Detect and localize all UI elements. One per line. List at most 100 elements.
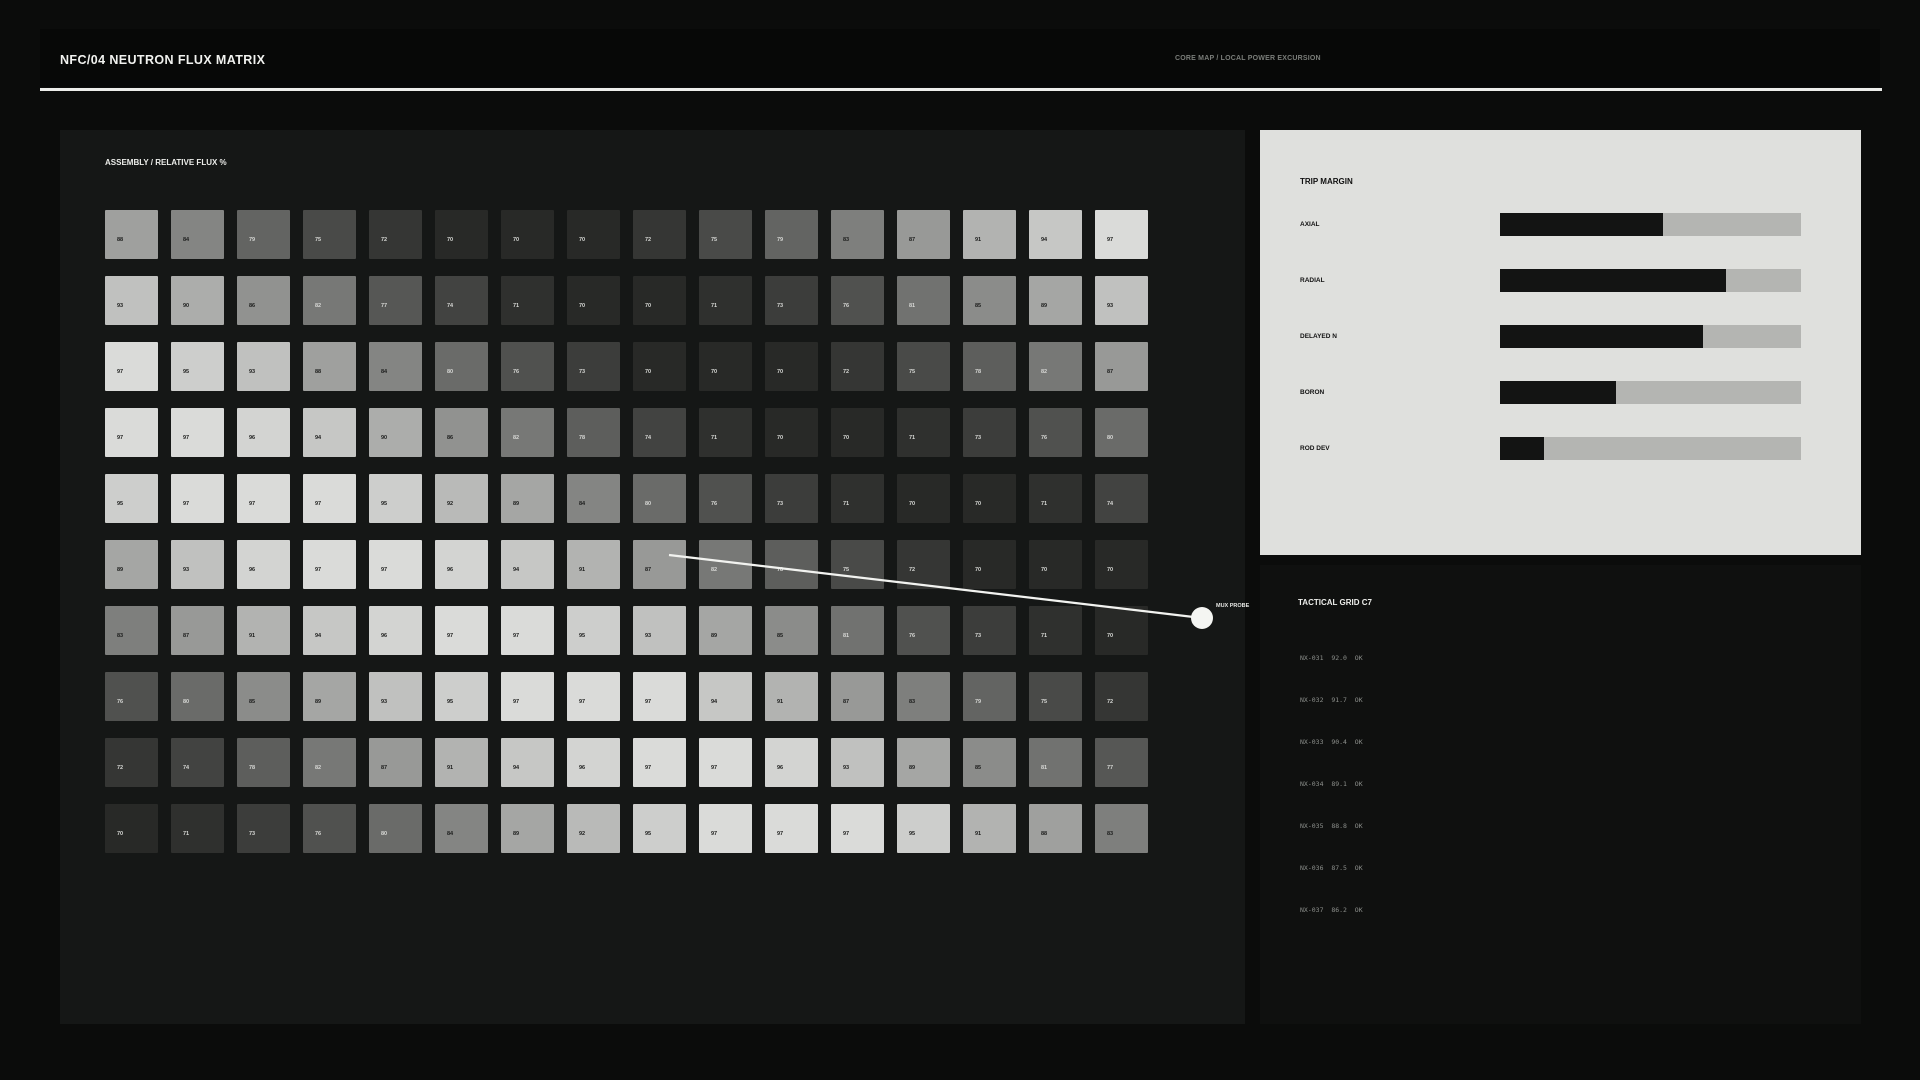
- flux-cell[interactable]: 79: [765, 210, 818, 259]
- flux-cell[interactable]: 83: [105, 606, 158, 655]
- flux-cell[interactable]: 72: [1095, 672, 1148, 721]
- flux-cell[interactable]: 93: [633, 606, 686, 655]
- flux-cell[interactable]: 79: [963, 672, 1016, 721]
- flux-cell[interactable]: 85: [765, 606, 818, 655]
- mux-probe-handle[interactable]: [1191, 607, 1213, 629]
- flux-cell[interactable]: 70: [765, 342, 818, 391]
- flux-cell[interactable]: 79: [237, 210, 290, 259]
- flux-cell[interactable]: 95: [435, 672, 488, 721]
- flux-cell[interactable]: 70: [963, 474, 1016, 523]
- flux-cell[interactable]: 76: [105, 672, 158, 721]
- flux-cell[interactable]: 87: [1095, 342, 1148, 391]
- flux-cell[interactable]: 93: [1095, 276, 1148, 325]
- flux-cell[interactable]: 95: [171, 342, 224, 391]
- flux-cell[interactable]: 91: [567, 540, 620, 589]
- flux-cell[interactable]: 81: [831, 606, 884, 655]
- flux-cell[interactable]: 97: [567, 672, 620, 721]
- flux-cell[interactable]: 93: [369, 672, 422, 721]
- flux-cell[interactable]: 73: [963, 408, 1016, 457]
- flux-cell[interactable]: 70: [699, 342, 752, 391]
- flux-cell[interactable]: 97: [105, 408, 158, 457]
- flux-cell[interactable]: 70: [633, 342, 686, 391]
- flux-cell[interactable]: 94: [501, 738, 554, 787]
- flux-cell[interactable]: 92: [435, 474, 488, 523]
- flux-cell[interactable]: 85: [963, 276, 1016, 325]
- flux-cell[interactable]: 70: [1095, 606, 1148, 655]
- flux-cell[interactable]: 78: [963, 342, 1016, 391]
- flux-cell[interactable]: 88: [303, 342, 356, 391]
- flux-cell[interactable]: 97: [369, 540, 422, 589]
- flux-cell[interactable]: 71: [1029, 474, 1082, 523]
- flux-cell[interactable]: 76: [897, 606, 950, 655]
- flux-cell[interactable]: 70: [567, 276, 620, 325]
- flux-cell[interactable]: 72: [105, 738, 158, 787]
- flux-cell[interactable]: 95: [633, 804, 686, 853]
- flux-cell[interactable]: 71: [171, 804, 224, 853]
- flux-cell[interactable]: 75: [303, 210, 356, 259]
- flux-cell[interactable]: 88: [105, 210, 158, 259]
- flux-cell[interactable]: 76: [303, 804, 356, 853]
- flux-cell[interactable]: 71: [897, 408, 950, 457]
- flux-cell[interactable]: 91: [237, 606, 290, 655]
- flux-cell[interactable]: 92: [567, 804, 620, 853]
- flux-cell[interactable]: 97: [831, 804, 884, 853]
- flux-cell[interactable]: 82: [501, 408, 554, 457]
- flux-cell[interactable]: 85: [963, 738, 1016, 787]
- flux-cell[interactable]: 75: [831, 540, 884, 589]
- flux-cell[interactable]: 76: [501, 342, 554, 391]
- flux-cell[interactable]: 70: [1029, 540, 1082, 589]
- flux-cell[interactable]: 71: [699, 276, 752, 325]
- flux-cell[interactable]: 83: [897, 672, 950, 721]
- flux-cell[interactable]: 82: [303, 738, 356, 787]
- flux-cell[interactable]: 85: [237, 672, 290, 721]
- flux-cell[interactable]: 70: [567, 210, 620, 259]
- flux-cell[interactable]: 93: [237, 342, 290, 391]
- flux-cell[interactable]: 80: [369, 804, 422, 853]
- flux-cell[interactable]: 87: [897, 210, 950, 259]
- flux-cell[interactable]: 87: [369, 738, 422, 787]
- flux-cell[interactable]: 75: [699, 210, 752, 259]
- flux-cell[interactable]: 91: [765, 672, 818, 721]
- flux-cell[interactable]: 80: [435, 342, 488, 391]
- flux-cell[interactable]: 75: [897, 342, 950, 391]
- flux-cell[interactable]: 84: [369, 342, 422, 391]
- flux-cell[interactable]: 93: [831, 738, 884, 787]
- flux-cell[interactable]: 82: [1029, 342, 1082, 391]
- flux-cell[interactable]: 97: [171, 408, 224, 457]
- flux-cell[interactable]: 72: [633, 210, 686, 259]
- flux-cell[interactable]: 84: [435, 804, 488, 853]
- flux-cell[interactable]: 70: [633, 276, 686, 325]
- flux-cell[interactable]: 86: [435, 408, 488, 457]
- flux-cell[interactable]: 70: [435, 210, 488, 259]
- flux-cell[interactable]: 89: [303, 672, 356, 721]
- flux-cell[interactable]: 86: [237, 276, 290, 325]
- flux-cell[interactable]: 71: [1029, 606, 1082, 655]
- flux-cell[interactable]: 71: [699, 408, 752, 457]
- flux-cell[interactable]: 97: [501, 672, 554, 721]
- flux-cell[interactable]: 81: [1029, 738, 1082, 787]
- flux-cell[interactable]: 73: [567, 342, 620, 391]
- flux-cell[interactable]: 94: [501, 540, 554, 589]
- flux-cell[interactable]: 80: [633, 474, 686, 523]
- flux-cell[interactable]: 70: [105, 804, 158, 853]
- flux-cell[interactable]: 78: [765, 540, 818, 589]
- flux-cell[interactable]: 91: [963, 804, 1016, 853]
- flux-cell[interactable]: 76: [1029, 408, 1082, 457]
- flux-cell[interactable]: 96: [237, 540, 290, 589]
- flux-cell[interactable]: 73: [765, 474, 818, 523]
- flux-cell[interactable]: 70: [765, 408, 818, 457]
- flux-cell[interactable]: 89: [105, 540, 158, 589]
- flux-cell[interactable]: 90: [369, 408, 422, 457]
- flux-cell[interactable]: 72: [831, 342, 884, 391]
- flux-cell[interactable]: 97: [1095, 210, 1148, 259]
- flux-cell[interactable]: 89: [501, 804, 554, 853]
- flux-cell[interactable]: 73: [765, 276, 818, 325]
- flux-cell[interactable]: 94: [303, 606, 356, 655]
- flux-cell[interactable]: 77: [369, 276, 422, 325]
- flux-cell[interactable]: 94: [303, 408, 356, 457]
- flux-cell[interactable]: 75: [1029, 672, 1082, 721]
- flux-cell[interactable]: 97: [303, 474, 356, 523]
- flux-cell[interactable]: 94: [1029, 210, 1082, 259]
- flux-cell[interactable]: 74: [633, 408, 686, 457]
- flux-cell[interactable]: 78: [567, 408, 620, 457]
